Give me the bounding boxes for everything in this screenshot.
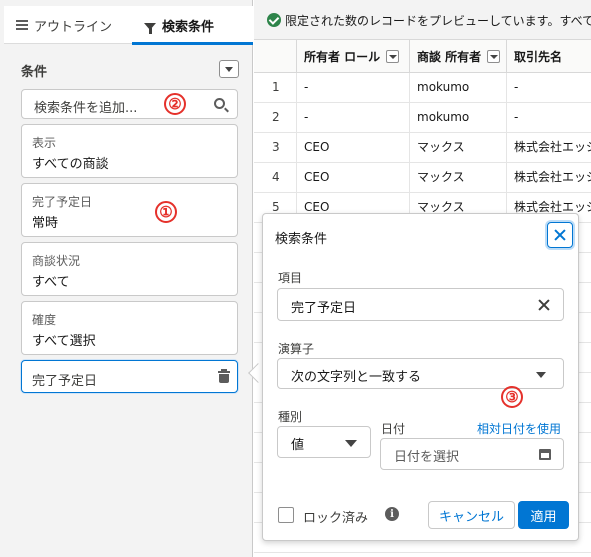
column-header-owner-role[interactable]: 所有者 ロール	[296, 40, 409, 73]
cell-account: -	[506, 73, 591, 102]
operator-select[interactable]: 次の文字列と一致する	[277, 358, 564, 389]
table-row: 4 CEO マックス 株式会社エッジ	[254, 163, 591, 193]
filter-card-value: すべて選択	[32, 334, 96, 349]
chevron-down-icon	[536, 372, 546, 378]
filter-search-placeholder: 検索条件を追加...	[34, 101, 138, 116]
preview-banner-text: 限定された数のレコードをプレビューしています。すべて	[285, 14, 591, 28]
operator-label: 演算子	[278, 342, 315, 356]
trash-icon[interactable]	[218, 369, 230, 383]
table-row: 3 CEO マックス 株式会社エッジ	[254, 133, 591, 163]
filter-card-new[interactable]: 完了予定日	[21, 360, 238, 393]
table-row: 1 - mokumo -	[254, 73, 591, 103]
row-number: 1	[272, 80, 280, 94]
date-placeholder: 日付を選択	[394, 450, 460, 465]
lock-label: ロック済み	[303, 511, 369, 526]
chevron-down-icon	[345, 440, 357, 447]
cell-account: 株式会社エッジ	[506, 133, 591, 162]
cell-role: CEO	[296, 163, 409, 192]
tab-outline-label: アウトライン	[34, 19, 113, 35]
date-label: 日付	[381, 422, 406, 436]
column-header-account[interactable]: 取引先名	[506, 40, 591, 73]
cell-account: 株式会社エッジ	[506, 163, 591, 192]
cell-owner: mokumo	[409, 73, 506, 102]
filter-card-value: すべての商談	[32, 157, 109, 172]
filter-card-label: 商談状況	[32, 254, 81, 268]
row-number: 2	[272, 110, 280, 124]
annotation-number-2: ②	[164, 93, 186, 115]
tab-filter-label: 検索条件	[162, 19, 215, 35]
popover-close-button[interactable]	[547, 222, 573, 248]
column-header-label: 取引先名	[514, 50, 563, 64]
clear-icon[interactable]	[538, 299, 550, 311]
filter-card-new-label: 完了予定日	[32, 374, 98, 389]
cancel-button[interactable]: キャンセル	[428, 501, 515, 529]
grid-header: 所有者 ロール 商談 所有者 取引先名	[254, 40, 591, 73]
filter-card-label: 確度	[32, 313, 57, 327]
filter-card-label: 表示	[32, 136, 57, 150]
cell-owner: mokumo	[409, 103, 506, 132]
lock-checkbox[interactable]	[278, 507, 294, 523]
filter-card-label: 完了予定日	[32, 195, 93, 209]
tab-filter[interactable]: 検索条件	[132, 6, 253, 45]
filter-popover: 検索条件 項目 完了予定日 演算子 次の文字列と一致する ③ 種別 値 日付 相…	[262, 213, 579, 541]
filter-card-stage[interactable]: 商談状況 すべて	[21, 242, 238, 296]
operator-value: 次の文字列と一致する	[291, 370, 422, 385]
filter-card-close-date[interactable]: 完了予定日 常時	[21, 183, 238, 237]
filter-card-probability[interactable]: 確度 すべて選択	[21, 301, 238, 355]
cell-owner: マックス	[409, 133, 506, 162]
filter-card-show[interactable]: 表示 すべての商談	[21, 124, 238, 178]
conditions-menu-button[interactable]	[219, 60, 239, 78]
row-number: 3	[272, 140, 280, 154]
relative-date-link[interactable]: 相対日付を使用	[477, 420, 561, 437]
preview-banner: 限定された数のレコードをプレビューしています。すべて	[254, 0, 591, 40]
calendar-icon[interactable]	[539, 449, 551, 460]
chevron-down-icon[interactable]	[386, 50, 400, 63]
info-icon[interactable]: i	[385, 507, 399, 521]
date-input[interactable]: 日付を選択	[380, 438, 564, 470]
annotation-number-1: ①	[155, 201, 177, 223]
column-header-owner[interactable]: 商談 所有者	[409, 40, 506, 73]
annotation-number-3: ③	[501, 386, 523, 408]
field-label: 項目	[278, 271, 303, 285]
column-header-label: 商談 所有者	[417, 50, 482, 64]
type-value: 値	[291, 438, 305, 453]
type-select[interactable]: 値	[277, 426, 371, 458]
column-header-label: 所有者 ロール	[304, 50, 381, 64]
success-check-icon	[267, 13, 281, 27]
chevron-down-icon[interactable]	[487, 50, 501, 63]
outline-icon	[16, 20, 28, 30]
filter-card-value: 常時	[32, 216, 59, 231]
filter-card-value: すべて	[32, 275, 70, 290]
left-panel: アウトライン 検索条件 条件 検索条件を追加... 表示 すべての商談 完了予定…	[0, 0, 253, 557]
search-icon	[214, 98, 225, 109]
popover-title: 検索条件	[275, 232, 328, 247]
cell-owner: マックス	[409, 163, 506, 192]
filter-icon	[144, 22, 156, 34]
cell-role: -	[296, 73, 409, 102]
cell-role: CEO	[296, 133, 409, 162]
field-value: 完了予定日	[291, 301, 357, 316]
type-label: 種別	[278, 410, 303, 424]
apply-button[interactable]: 適用	[518, 501, 569, 529]
filter-search-input[interactable]: 検索条件を追加...	[21, 89, 238, 119]
close-icon	[554, 229, 566, 241]
cell-account: -	[506, 103, 591, 132]
conditions-title: 条件	[21, 65, 48, 80]
cell-role: -	[296, 103, 409, 132]
table-row: 2 - mokumo -	[254, 103, 591, 133]
row-number: 4	[272, 170, 280, 184]
panel-tabs: アウトライン 検索条件	[4, 6, 253, 45]
field-input[interactable]: 完了予定日	[277, 288, 564, 321]
tab-outline[interactable]: アウトライン	[16, 6, 112, 44]
